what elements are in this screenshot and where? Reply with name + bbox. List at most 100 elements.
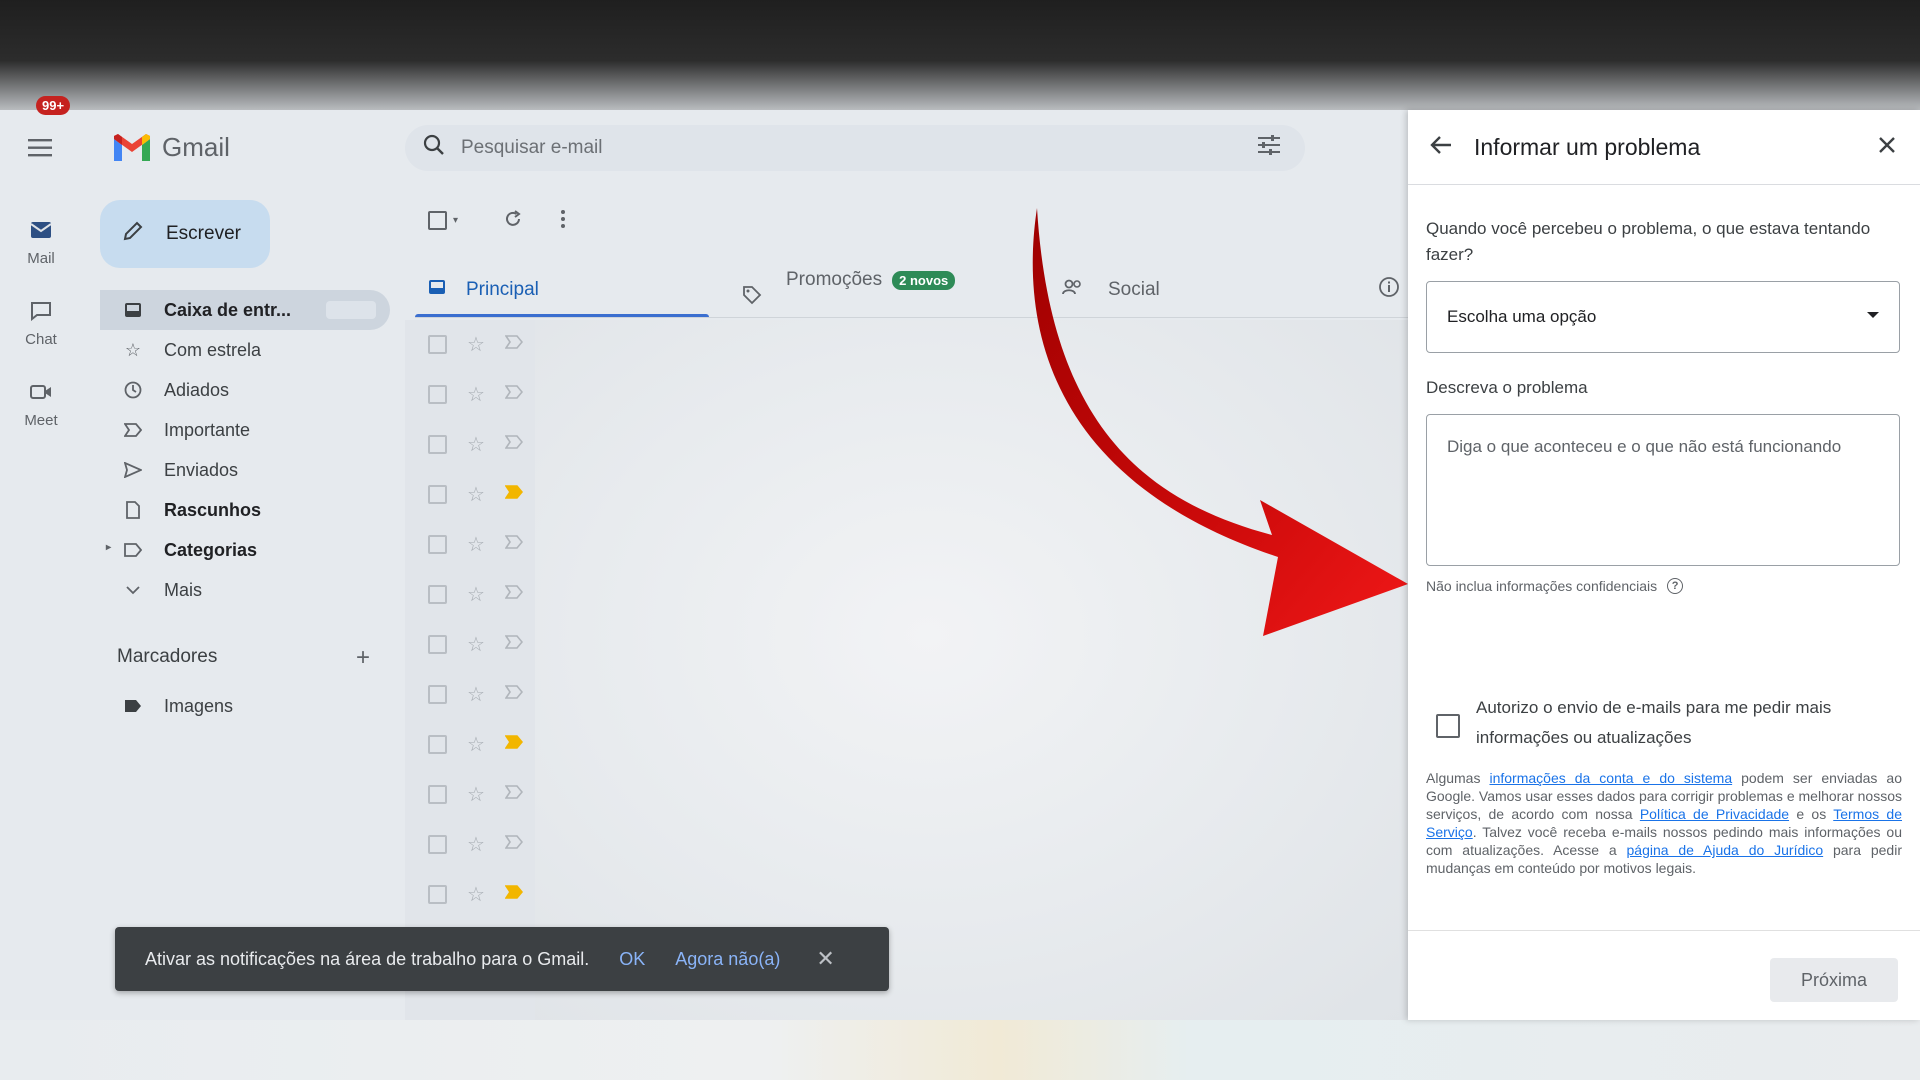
- star-icon[interactable]: ☆: [467, 432, 485, 457]
- rail-chat-label: Chat: [25, 331, 57, 348]
- snackbar-ok-button[interactable]: OK: [619, 949, 645, 970]
- email-row[interactable]: ☆: [428, 482, 523, 507]
- star-icon[interactable]: ☆: [467, 332, 485, 357]
- nav-item-inbox[interactable]: Caixa de entr...: [100, 290, 390, 330]
- row-checkbox[interactable]: [428, 385, 447, 404]
- nav-label-images: Imagens: [164, 695, 234, 716]
- important-icon[interactable]: [504, 485, 523, 504]
- star-icon[interactable]: ☆: [467, 482, 485, 507]
- row-checkbox[interactable]: [428, 785, 447, 804]
- star-icon[interactable]: ☆: [467, 732, 485, 757]
- email-row[interactable]: ☆: [428, 432, 523, 457]
- privacy-policy-link[interactable]: Política de Privacidade: [1640, 806, 1789, 822]
- annotation-arrow: [1032, 208, 1408, 636]
- star-icon[interactable]: ☆: [467, 532, 485, 557]
- tab-principal[interactable]: Principal: [428, 262, 539, 318]
- rail-meet-label: Meet: [24, 412, 58, 429]
- row-checkbox[interactable]: [428, 585, 447, 604]
- chevron-down-icon: [118, 585, 148, 595]
- important-icon[interactable]: [504, 535, 523, 554]
- important-icon[interactable]: [504, 735, 523, 754]
- bottom-backdrop: [0, 1020, 1920, 1080]
- close-icon[interactable]: [1878, 136, 1896, 159]
- email-row[interactable]: ☆: [428, 332, 523, 357]
- rail-meet[interactable]: Meet: [11, 378, 71, 429]
- star-icon[interactable]: ☆: [467, 382, 485, 407]
- important-icon[interactable]: [504, 685, 523, 704]
- star-icon[interactable]: ☆: [467, 582, 485, 607]
- email-row[interactable]: ☆: [428, 682, 523, 707]
- rail-mail[interactable]: Mail: [11, 216, 71, 267]
- nav-label-more: Mais: [164, 579, 203, 600]
- nav-item-categories[interactable]: ▸ Categorias: [100, 530, 390, 570]
- star-icon[interactable]: ☆: [467, 632, 485, 657]
- row-checkbox[interactable]: [428, 535, 447, 554]
- nav-item-sent[interactable]: Enviados: [100, 450, 390, 490]
- nav-item-drafts[interactable]: Rascunhos: [100, 490, 390, 530]
- row-checkbox[interactable]: [428, 435, 447, 454]
- main-menu-icon[interactable]: [28, 138, 54, 163]
- expand-arrow-icon[interactable]: ▸: [106, 542, 111, 553]
- snackbar-not-now-button[interactable]: Agora não(a): [675, 949, 780, 970]
- row-checkbox[interactable]: [428, 685, 447, 704]
- search-input[interactable]: Pesquisar e-mail: [461, 137, 603, 159]
- row-checkbox[interactable]: [428, 735, 447, 754]
- legal-help-link[interactable]: página de Ajuda do Jurídico: [1627, 842, 1824, 858]
- email-row[interactable]: ☆: [428, 832, 523, 857]
- important-icon[interactable]: [504, 335, 523, 354]
- important-icon[interactable]: [504, 785, 523, 804]
- help-icon[interactable]: ?: [1667, 578, 1684, 594]
- important-icon[interactable]: [504, 635, 523, 654]
- nav-item-more[interactable]: Mais: [100, 570, 390, 610]
- email-row[interactable]: ☆: [428, 882, 523, 907]
- back-arrow-icon[interactable]: [1430, 135, 1452, 160]
- notification-snackbar: Ativar as notificações na área de trabal…: [115, 927, 889, 991]
- add-label-icon[interactable]: +: [356, 644, 370, 672]
- consent-checkbox[interactable]: [1436, 714, 1460, 738]
- nav-item-important[interactable]: Importante: [100, 410, 390, 450]
- email-row[interactable]: ☆: [428, 532, 523, 557]
- activity-select[interactable]: Escolha uma opção: [1426, 281, 1900, 353]
- star-icon[interactable]: ☆: [467, 882, 485, 907]
- important-icon[interactable]: [504, 435, 523, 454]
- important-icon[interactable]: [504, 885, 523, 904]
- nav-item-label-images[interactable]: Imagens: [100, 686, 390, 726]
- caret-down-icon: ▾: [453, 215, 459, 226]
- describe-textarea[interactable]: Diga o que aconteceu e o que não está fu…: [1426, 414, 1900, 566]
- nav-item-snoozed[interactable]: Adiados: [100, 370, 390, 410]
- search-options-icon[interactable]: [1257, 134, 1281, 162]
- more-vert-icon[interactable]: [560, 209, 566, 234]
- row-checkbox[interactable]: [428, 485, 447, 504]
- important-icon[interactable]: [504, 835, 523, 854]
- email-row[interactable]: ☆: [428, 632, 523, 657]
- compose-button[interactable]: Escrever: [100, 200, 270, 268]
- star-icon[interactable]: ☆: [467, 782, 485, 807]
- row-checkbox[interactable]: [428, 335, 447, 354]
- nav-item-starred[interactable]: ☆ Com estrela: [100, 330, 390, 370]
- email-row[interactable]: ☆: [428, 782, 523, 807]
- row-checkbox[interactable]: [428, 885, 447, 904]
- important-icon[interactable]: [504, 585, 523, 604]
- row-checkbox[interactable]: [428, 635, 447, 654]
- refresh-icon[interactable]: [503, 209, 523, 234]
- important-icon[interactable]: [504, 385, 523, 404]
- tab-promocoes[interactable]: Promoções 2 novos: [742, 262, 956, 318]
- gmail-logo[interactable]: Gmail: [112, 132, 230, 163]
- checkbox-icon: [428, 211, 447, 230]
- tab-promocoes-label: Promoções: [786, 269, 883, 290]
- next-button[interactable]: Próxima: [1770, 958, 1898, 1002]
- star-icon[interactable]: ☆: [467, 832, 485, 857]
- row-checkbox[interactable]: [428, 835, 447, 854]
- email-row[interactable]: ☆: [428, 582, 523, 607]
- email-row[interactable]: ☆: [428, 382, 523, 407]
- app-name: Gmail: [162, 132, 230, 162]
- new-count-badge: 2 novos: [892, 270, 956, 290]
- select-all-checkbox[interactable]: ▾: [428, 211, 458, 230]
- star-icon[interactable]: ☆: [467, 682, 485, 707]
- rail-chat[interactable]: Chat: [11, 297, 71, 348]
- account-info-link[interactable]: informações da conta e do sistema: [1489, 770, 1732, 786]
- legal-text: e os: [1789, 806, 1834, 822]
- search-bar[interactable]: Pesquisar e-mail: [405, 125, 1305, 171]
- email-row[interactable]: ☆: [428, 732, 523, 757]
- close-icon[interactable]: ✕: [816, 946, 834, 972]
